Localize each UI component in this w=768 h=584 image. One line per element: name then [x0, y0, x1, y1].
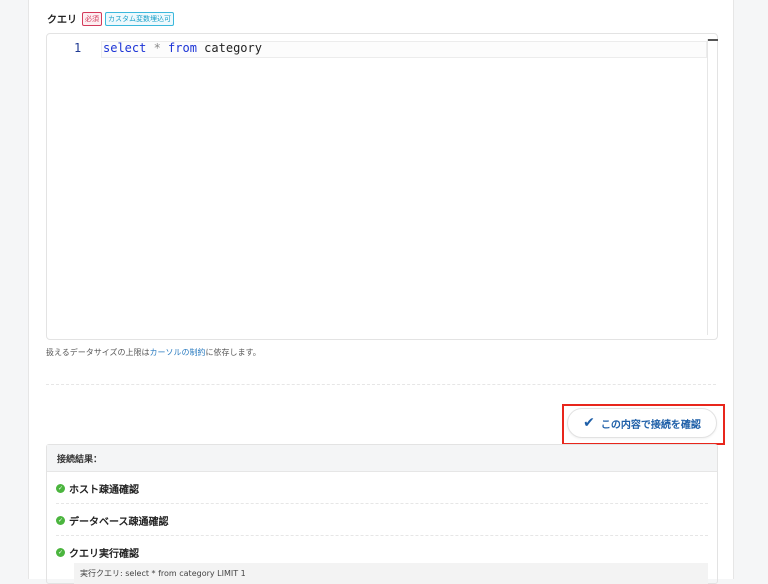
connection-result-panel: 接続結果： ✓ ホスト疎通確認 ✓ データベース疎通確認 ✓ クエリ実行確認 実行クエ… [46, 444, 718, 584]
check-connection-label: この内容で接続を確認 [600, 419, 701, 431]
result-item-label: クエリ実行確認 [69, 549, 139, 560]
check-circle-icon: ✓ [56, 484, 65, 493]
cursor-limit-link[interactable]: カーソルの制約 [150, 348, 206, 357]
code-keyword: select [103, 41, 147, 55]
code-text: category [196, 41, 262, 55]
result-item-label: ホスト疎通確認 [69, 485, 139, 496]
data-size-note: 扱えるデータサイズの上限はカーソルの制約に依存します。 [46, 347, 261, 358]
editor-gutter: 1 [47, 34, 97, 339]
check-circle-icon: ✓ [56, 548, 65, 557]
note-suffix: に依存します。 [205, 348, 261, 357]
required-badge: 必須 [82, 11, 102, 26]
scrollbar-thumb[interactable] [708, 39, 718, 41]
divider [46, 384, 716, 385]
editor-scrollbar[interactable] [707, 39, 718, 335]
note-prefix: 扱えるデータサイズの上限は [46, 348, 150, 357]
check-circle-icon: ✓ [56, 516, 65, 525]
code-keyword: from [168, 41, 197, 55]
result-title: 接続結果： [47, 445, 717, 472]
result-item: ✓ クエリ実行確認 [56, 536, 708, 563]
checkmark-icon: ✔ [583, 415, 595, 431]
check-connection-button[interactable]: ✔ この内容で接続を確認 [567, 408, 717, 438]
result-item: ✓ ホスト疎通確認 [56, 472, 708, 504]
executed-query: 実行クエリ: select * from category LIMIT 1 [74, 563, 708, 584]
query-label-row: クエリ 必須 カスタム変数埋込可 [47, 11, 174, 26]
code-operator: * [146, 41, 169, 55]
custom-variable-badge: カスタム変数埋込可 [105, 11, 174, 26]
query-label: クエリ [47, 15, 77, 26]
query-code[interactable]: select * from category [103, 41, 262, 56]
line-number: 1 [74, 41, 82, 55]
result-item: ✓ データベース疎通確認 [56, 504, 708, 536]
query-editor[interactable]: 1 select * from category [46, 33, 718, 340]
settings-panel: クエリ 必須 カスタム変数埋込可 1 select * from categor… [28, 0, 734, 584]
result-item-label: データベース疎通確認 [69, 517, 169, 528]
